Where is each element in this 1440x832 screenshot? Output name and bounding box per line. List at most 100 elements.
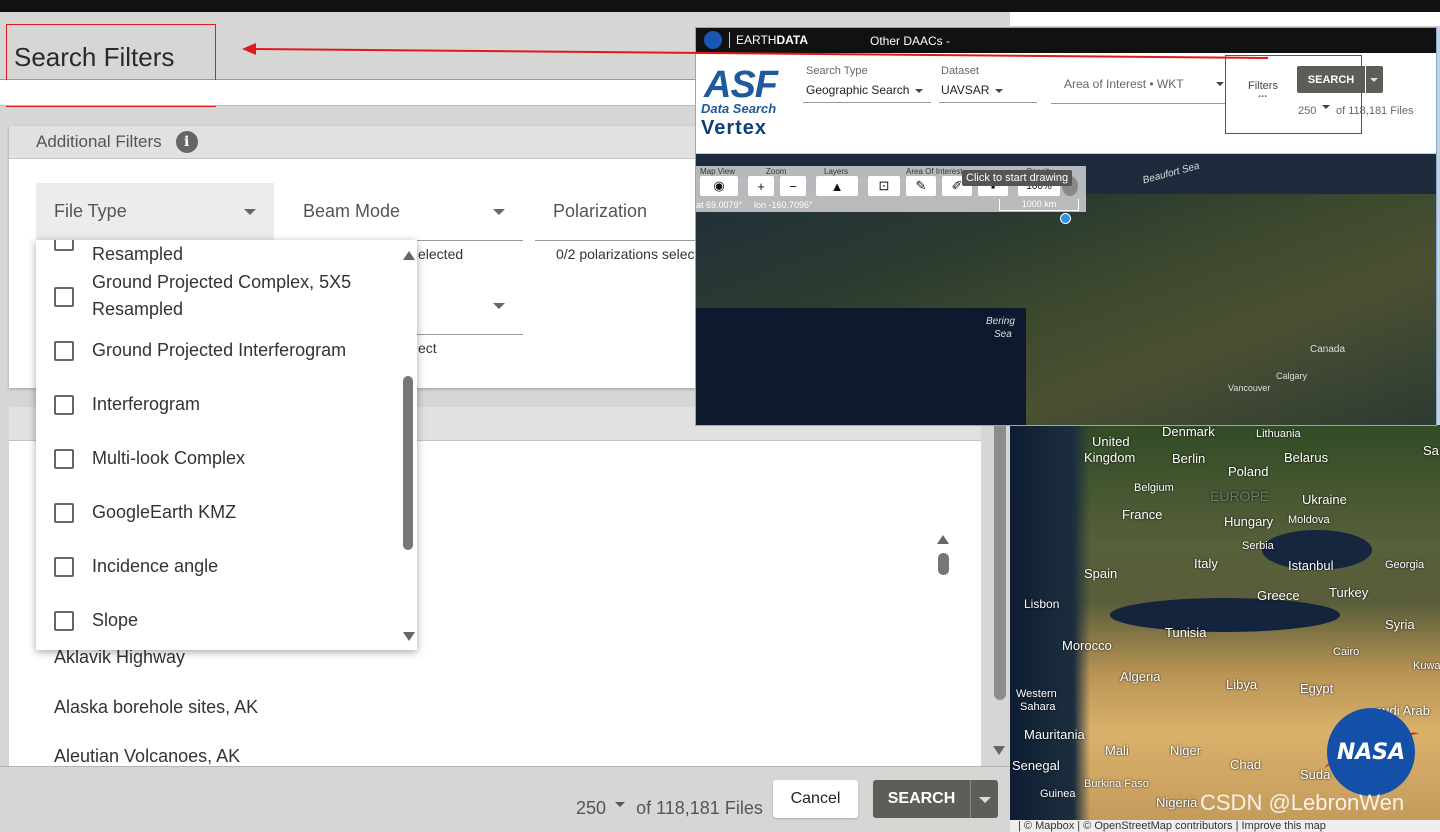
layers-mountain-icon[interactable]: ▲ <box>816 176 858 196</box>
earthdata-link[interactable]: EARTHDATA <box>736 33 808 47</box>
footer-bar <box>0 766 1010 832</box>
checkbox[interactable] <box>54 395 74 415</box>
caret-down-icon[interactable] <box>615 802 626 807</box>
file-type-option-label: GoogleEarth KMZ <box>92 502 237 522</box>
map-label: Calgary <box>1276 371 1308 381</box>
search-type-select[interactable]: Geographic Search <box>806 83 924 97</box>
map-attribution[interactable]: | © Mapbox | © OpenStreetMap contributor… <box>1010 820 1440 832</box>
map-label: Tunisia <box>1165 625 1207 640</box>
zoom-out-button[interactable]: − <box>780 176 806 196</box>
mediterranean-sea <box>1110 598 1340 632</box>
vertex-logo-text: Vertex <box>701 117 768 139</box>
campaign-list-item[interactable]: Aleutian Volcanoes, AK <box>54 746 240 767</box>
map-label: Egypt <box>1300 681 1334 696</box>
map-label: Senegal <box>1012 758 1060 773</box>
map-label: Sa <box>1423 443 1439 458</box>
campaign-list-item[interactable]: Aklavik Highway <box>54 647 185 668</box>
file-type-option[interactable]: Resampled <box>36 240 396 268</box>
file-type-option[interactable]: Multi-look Complex <box>36 445 396 472</box>
other-daacs-menu[interactable]: Other DAACs - <box>870 34 950 48</box>
checkbox[interactable] <box>54 449 74 469</box>
map-label: Georgia <box>1385 559 1425 571</box>
beam-mode-select[interactable]: Beam Mode <box>285 183 523 241</box>
file-type-option-label: Ground Projected Complex, 5X5 Resampled <box>92 272 352 319</box>
map-label: Ukraine <box>1302 492 1347 507</box>
globe-icon[interactable]: ◉ <box>700 176 738 196</box>
location-marker[interactable] <box>1060 213 1071 224</box>
scroll-down-icon[interactable] <box>993 746 1005 755</box>
max-results-value[interactable]: 250 <box>576 798 606 818</box>
map-label: Kuwa <box>1413 660 1440 672</box>
map-label: Sahara <box>1020 701 1056 713</box>
file-type-option[interactable]: Incidence angle <box>36 553 396 580</box>
cancel-button[interactable]: Cancel <box>773 780 858 818</box>
file-type-option-label: Incidence angle <box>92 556 219 576</box>
map-label: Italy <box>1194 556 1218 571</box>
map-label: Mauritania <box>1024 727 1085 742</box>
page-scrollbar-thumb[interactable] <box>994 420 1006 700</box>
map-toolbar: Map View Zoom Layers Area Of Interest Op… <box>696 166 1086 212</box>
file-type-option-label: Ground Projected Interferogram <box>92 340 347 360</box>
map-label: Libya <box>1226 677 1258 692</box>
map-label: Niger <box>1170 743 1202 758</box>
info-icon[interactable]: i <box>175 131 198 153</box>
file-type-option[interactable]: Slope <box>36 607 396 634</box>
map-label: Algeria <box>1120 669 1161 684</box>
polarization-select[interactable]: Polarization <box>535 183 695 241</box>
box-draw-icon[interactable]: ⊡ <box>868 176 900 196</box>
map-label: France <box>1122 507 1163 522</box>
map-label: Bering <box>986 316 1015 327</box>
checkbox[interactable] <box>54 557 74 577</box>
second-row-hint: ect <box>418 340 437 356</box>
search-options-button[interactable] <box>970 780 998 818</box>
nasa-mini-logo <box>704 31 722 49</box>
beam-mode-label: Beam Mode <box>303 201 401 221</box>
checkbox[interactable] <box>54 611 74 631</box>
scale-bar: 1000 km <box>999 199 1079 211</box>
map-label: Istanbul <box>1288 558 1334 573</box>
additional-filters-title: Additional Filters <box>36 132 162 151</box>
file-type-option-label: Resampled <box>92 244 184 264</box>
file-type-option[interactable]: Ground Projected Complex, 5X5 Resampled <box>36 269 396 323</box>
search-button[interactable]: SEARCH <box>873 780 970 818</box>
map-label: Greece <box>1257 588 1300 603</box>
aoi-input[interactable]: Area of Interest • WKT <box>1064 77 1184 91</box>
checkbox[interactable] <box>54 503 74 523</box>
zoom-in-button[interactable]: + <box>748 176 774 196</box>
campaign-list-item[interactable]: Alaska borehole sites, AK <box>54 697 258 718</box>
file-type-option-label: Interferogram <box>92 394 201 414</box>
asf-logo-subtitle: Data Search <box>701 101 777 116</box>
file-type-select[interactable]: File Type <box>36 183 274 241</box>
annotation-box-filters <box>1225 55 1362 134</box>
map-label: Guinea <box>1040 788 1076 800</box>
map-label: Turkey <box>1329 585 1369 600</box>
map-label: Chad <box>1230 757 1262 772</box>
scroll-down-icon[interactable] <box>403 632 415 641</box>
map-label: Poland <box>1228 464 1269 479</box>
top-black-bar <box>0 0 1440 12</box>
file-type-option[interactable]: GoogleEarth KMZ <box>36 499 396 526</box>
dropdown-scrollbar-thumb[interactable] <box>403 376 413 550</box>
map-label: Sea <box>994 329 1012 340</box>
file-type-option[interactable]: Interferogram <box>36 391 396 418</box>
map-label: Moldova <box>1288 514 1330 526</box>
file-type-option[interactable]: Ground Projected Interferogram <box>36 337 396 364</box>
pencil-icon[interactable]: ✎ <box>906 176 936 196</box>
nasa-logo: NASA <box>1327 708 1415 796</box>
list-scrollbar-thumb[interactable] <box>938 553 949 575</box>
dataset-select[interactable]: UAVSAR <box>941 83 1004 97</box>
results-count-text: of 118,181 Files <box>636 798 763 818</box>
file-type-dropdown: Resampled Ground Projected Complex, 5X5 R… <box>36 240 417 650</box>
results-count: 250 of 118,181 Files <box>576 798 763 819</box>
checkbox[interactable] <box>54 341 74 361</box>
checkbox[interactable] <box>54 240 74 251</box>
scroll-up-icon[interactable] <box>937 535 949 544</box>
map-label: Berlin <box>1172 451 1206 466</box>
scroll-up-icon[interactable] <box>403 251 415 260</box>
map-label: Western <box>1016 688 1057 700</box>
drawing-tooltip: Click to start drawing <box>962 170 1073 186</box>
checkbox[interactable] <box>54 287 74 307</box>
inset-search-options[interactable] <box>1366 66 1383 93</box>
map-label: Canada <box>1310 344 1346 355</box>
caret-down-icon[interactable] <box>1216 82 1224 86</box>
